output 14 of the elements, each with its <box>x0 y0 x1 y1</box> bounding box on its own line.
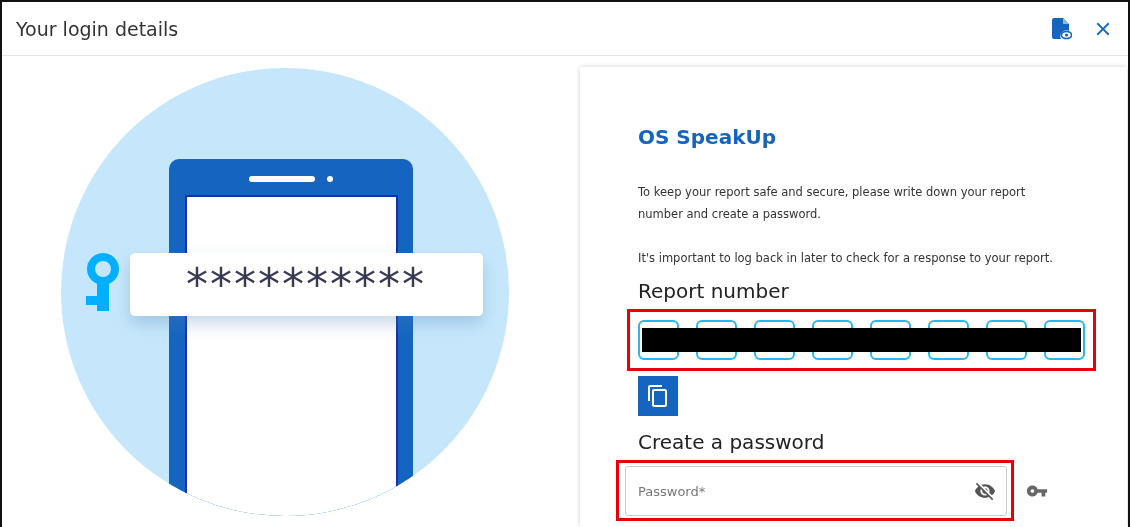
copy-button[interactable] <box>638 376 678 416</box>
password-field[interactable]: Password* <box>625 466 1007 516</box>
preview-document-button[interactable] <box>1052 17 1072 40</box>
instruction-text: To keep your report safe and secure, please write down your report number and create a password. <box>638 184 1027 223</box>
visibility-toggle[interactable] <box>974 480 996 502</box>
window-title: Your login details <box>16 17 180 40</box>
eye-off-icon <box>974 480 996 502</box>
password-input[interactable]: Password* <box>636 467 974 515</box>
brand-title: OS SpeakUp <box>638 125 776 149</box>
report-number-heading: Report number <box>638 279 789 303</box>
file-eye-icon <box>1052 17 1072 40</box>
instruction-text: It's important to log back in later to check for a response to your report. <box>638 250 1054 267</box>
password-heading: Create a password <box>638 430 825 454</box>
copy-icon <box>646 384 670 408</box>
